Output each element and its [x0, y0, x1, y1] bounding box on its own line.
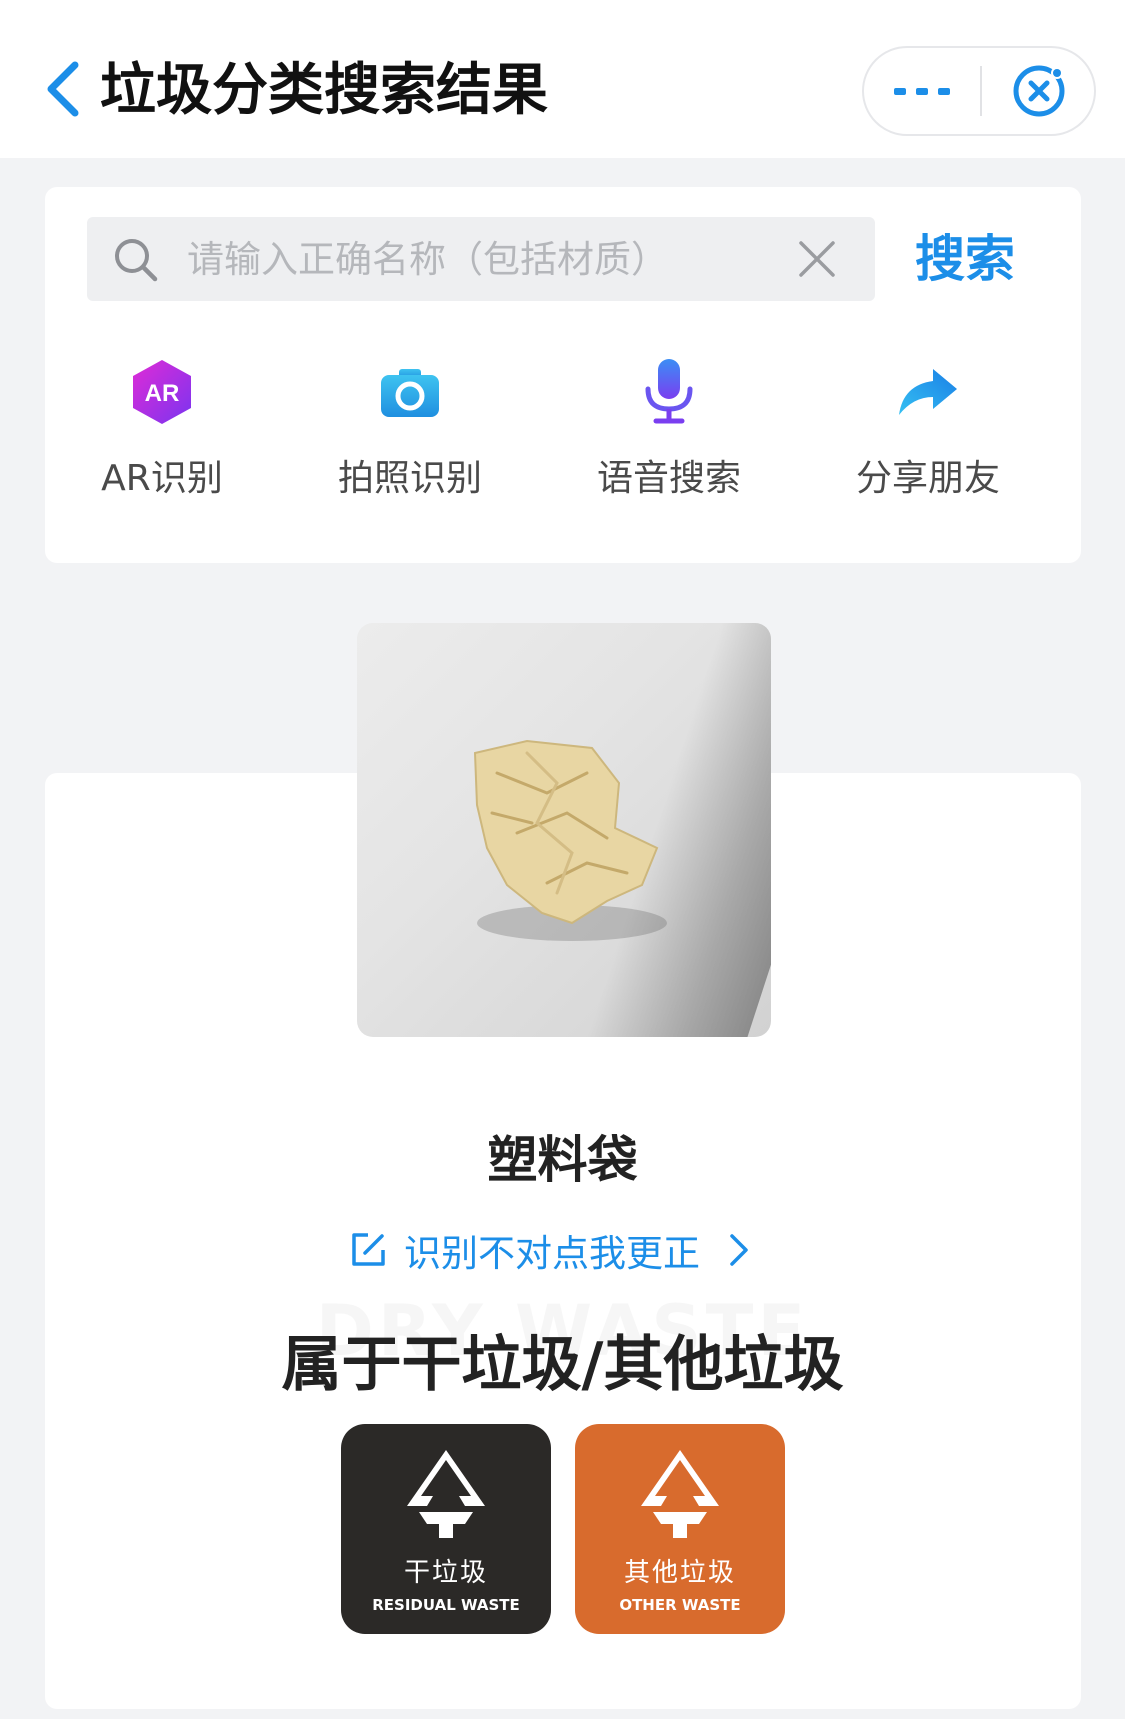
- search-box[interactable]: [87, 217, 875, 301]
- chevron-right-icon: [730, 1234, 748, 1266]
- tool-label-ar: AR识别: [101, 458, 223, 499]
- ar-icon-text: AR: [145, 380, 180, 407]
- correction-link-text: 识别不对点我更正: [404, 1232, 700, 1275]
- voice-search-button[interactable]: 语音搜索: [564, 357, 774, 517]
- tool-label-share: 分享朋友: [855, 458, 1000, 499]
- other-waste-en: OTHER WASTE: [619, 1596, 741, 1614]
- back-button[interactable]: [38, 54, 88, 124]
- category-result-text: 属于干垃圾/其他垃圾: [281, 1330, 844, 1400]
- other-waste-cn: 其他垃圾: [623, 1558, 736, 1588]
- photo-recognition-button[interactable]: 拍照识别: [305, 357, 515, 517]
- chevron-left-icon: [47, 61, 79, 117]
- tool-label-photo: 拍照识别: [337, 458, 482, 499]
- more-button[interactable]: [864, 48, 980, 134]
- item-name: 塑料袋: [487, 1131, 638, 1189]
- residual-waste-cn: 干垃圾: [403, 1558, 488, 1588]
- search-card: 搜索 AR AR识别: [45, 187, 1081, 563]
- search-button[interactable]: 搜索: [915, 217, 1015, 301]
- residual-waste-en: RESIDUAL WASTE: [372, 1596, 520, 1614]
- edit-icon: [352, 1233, 385, 1266]
- ar-icon: AR: [129, 357, 195, 427]
- recycle-bin-logo-icon: [407, 1450, 485, 1538]
- more-dots-icon: [894, 88, 950, 95]
- share-arrow-icon: [895, 357, 961, 427]
- tool-label-voice: 语音搜索: [596, 458, 741, 499]
- search-input[interactable]: [187, 227, 747, 291]
- microphone-icon: [636, 357, 702, 427]
- camera-icon: [377, 357, 443, 427]
- close-circle-icon: [1013, 65, 1065, 117]
- residual-waste-badge: 干垃圾 RESIDUAL WASTE: [341, 1424, 551, 1634]
- mini-program-capsule: [862, 46, 1096, 136]
- other-waste-badge: 其他垃圾 OTHER WASTE: [575, 1424, 785, 1634]
- share-friends-button[interactable]: 分享朋友: [823, 357, 1033, 517]
- close-mini-program-button[interactable]: [982, 48, 1096, 134]
- recycle-bin-logo-icon: [641, 1450, 719, 1538]
- clear-icon[interactable]: [795, 237, 839, 281]
- top-bar: 垃圾分类搜索结果: [0, 0, 1125, 158]
- correction-link[interactable]: 识别不对点我更正: [348, 1222, 750, 1278]
- page-title: 垃圾分类搜索结果: [100, 58, 548, 123]
- recognized-photo: [357, 623, 771, 1037]
- search-icon: [115, 239, 158, 282]
- crumpled-paper-image: [473, 739, 667, 941]
- ar-recognition-button[interactable]: AR AR识别: [57, 357, 267, 517]
